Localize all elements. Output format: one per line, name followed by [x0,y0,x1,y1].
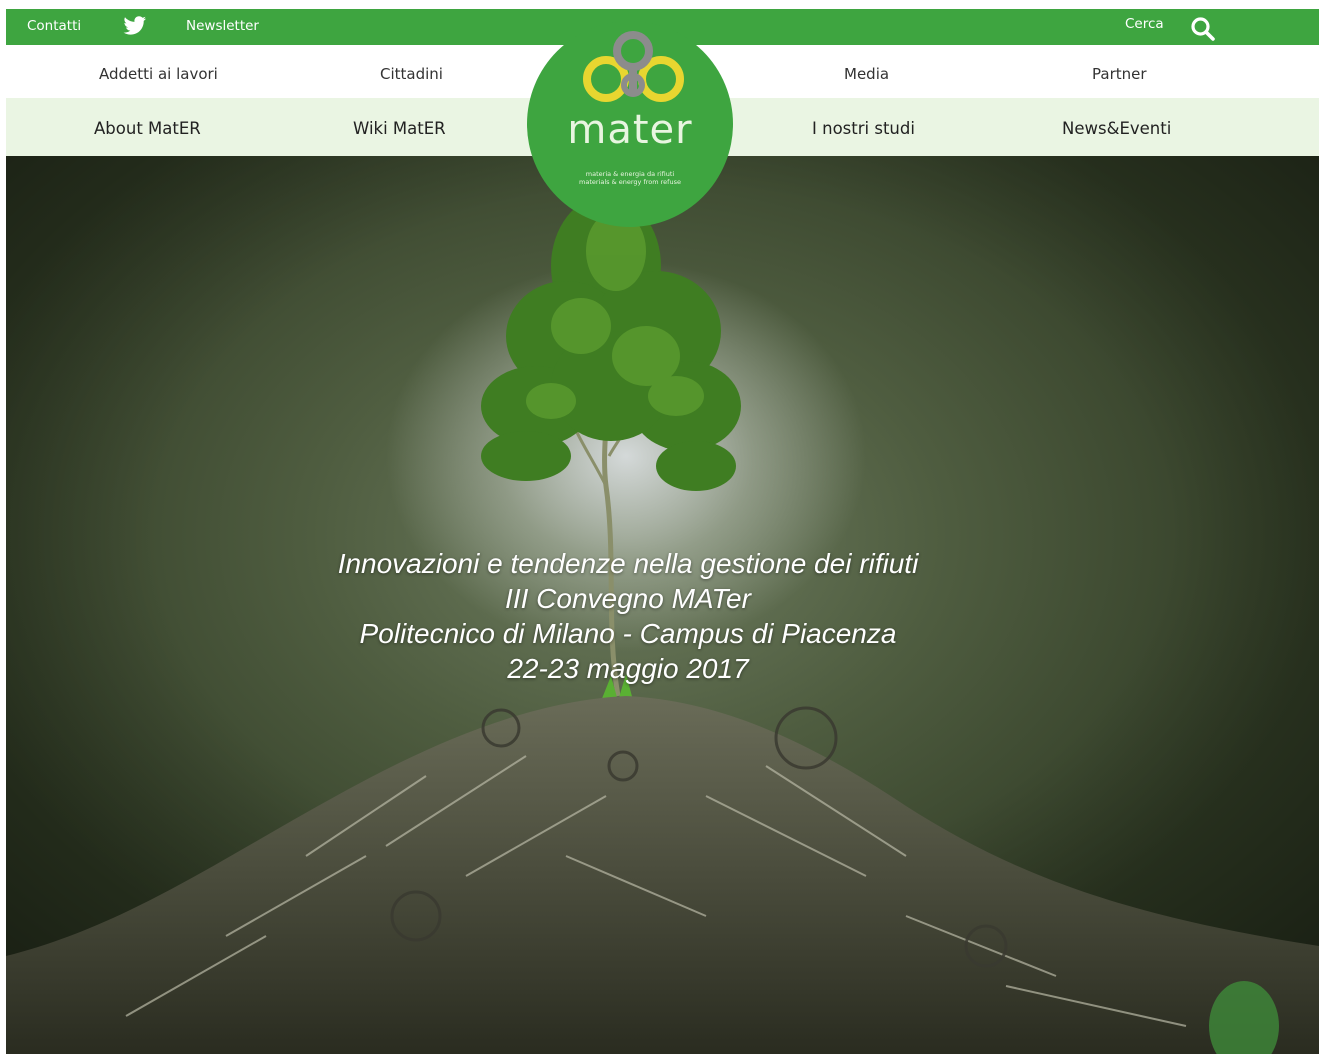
page: Innovazioni e tendenze nella gestione de… [6,9,1319,1054]
hero-headline: Innovazioni e tendenze nella gestione de… [206,546,1050,686]
nav-news-eventi[interactable]: News&Eventi [1062,119,1171,138]
logo-tagline-it: materia & energia da rifiuti [585,170,675,178]
hero-line-date: 22-23 maggio 2017 [507,653,749,684]
contatti-link[interactable]: Contatti [27,18,81,34]
nav-addetti-ai-lavori[interactable]: Addetti ai lavori [99,65,218,83]
nav-media[interactable]: Media [844,65,889,83]
newsletter-link[interactable]: Newsletter [186,18,259,34]
hero-banner: Innovazioni e tendenze nella gestione de… [6,156,1319,1054]
search-label[interactable]: Cerca [1125,16,1164,32]
logo-wordmark: mater [567,107,693,153]
nav-wiki-mater[interactable]: Wiki MatER [353,119,446,138]
mater-logo[interactable]: mater materia & energia da rifiuti mater… [527,21,733,227]
twitter-icon[interactable] [123,15,147,37]
logo-tagline-en: materials & energy from refuse [579,178,681,186]
nav-about-mater[interactable]: About MatER [94,119,201,138]
nav-cittadini[interactable]: Cittadini [380,65,443,83]
hero-line-title: Innovazioni e tendenze nella gestione de… [337,548,919,579]
hero-line-venue: Politecnico di Milano - Campus di Piacen… [359,618,897,649]
search-icon[interactable] [1190,16,1216,42]
nav-partner[interactable]: Partner [1092,65,1147,83]
hero-line-event: III Convegno MATer [505,583,751,614]
mater-logo-mark [583,31,684,102]
nav-i-nostri-studi[interactable]: I nostri studi [812,119,915,138]
